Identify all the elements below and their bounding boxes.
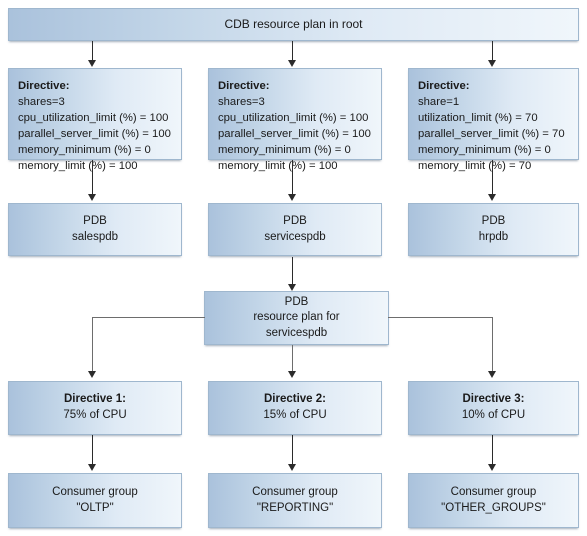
arrow-directive-1-to-pdb-1 [92,160,93,196]
arrow-root-to-directive-2 [292,41,293,62]
cdb-directive-1-line-3: parallel_server_limit (%) = 100 [18,128,171,141]
cdb-directive-box-2: Directive: shares=3 cpu_utilization_limi… [208,68,382,172]
arrowhead-directive-3-to-pdb-3 [488,194,496,201]
cdb-directive-2-line-4: memory_minimum (%) = 0 [218,144,351,157]
consumer-group-3-line-2: "OTHER_GROUPS" [441,501,546,514]
pdb-directive-box-1: Directive 1: 75% of CPU [8,381,182,435]
cdb-directive-box-3: Directive: share=1 utilization_limit (%)… [408,68,579,172]
pdb-directive-1-detail: 75% of CPU [63,409,127,421]
root-cdb-resource-plan-box: CDB resource plan in root [8,8,579,41]
arrowhead-directive-2-to-pdb-2 [288,194,296,201]
cdb-directive-1-heading: Directive: [18,80,70,92]
arrow-root-to-directive-3 [492,41,493,62]
pdb-box-salespdb: PDB salespdb [8,203,182,256]
pdb-directive-box-3: Directive 3: 10% of CPU [408,381,579,435]
consumer-group-2-line-2: "REPORTING" [256,501,334,514]
arrow-directive-2-to-pdb-2 [292,160,293,196]
pdb-plan-line-2: resource plan for [253,311,340,324]
arrowhead-root-to-directive-1 [88,60,96,67]
connector-plan-to-directive-1-horizontal [92,317,205,318]
arrowhead-root-to-directive-2 [288,60,296,67]
cdb-directive-1-line-5: memory_limit (%) = 100 [18,160,138,173]
connector-plan-to-directive-1-vertical [92,317,93,373]
pdb-directive-2-detail: 15% of CPU [263,409,327,421]
arrow-pdb-servicespdb-to-plan [292,257,293,286]
consumer-group-box-other-groups: Consumer group "OTHER_GROUPS" [408,473,579,528]
connector-plan-to-directive-2-vertical [292,345,293,373]
cdb-directive-1-line-4: memory_minimum (%) = 0 [18,144,151,157]
pdb-3-line-2: hrpdb [478,230,509,243]
connector-plan-to-directive-3-horizontal [388,317,493,318]
consumer-group-1-line-2: "OLTP" [76,501,114,514]
pdb-directive-box-2: Directive 2: 15% of CPU [208,381,382,435]
arrow-directive-3-to-pdb-3 [492,160,493,196]
arrow-root-to-directive-1 [92,41,93,62]
consumer-group-2-line-1: Consumer group [252,485,338,498]
cdb-directive-3-heading: Directive: [418,80,470,92]
arrowhead-pdb-servicespdb-to-plan [288,284,296,291]
pdb-plan-line-1: PDB [284,295,309,308]
cdb-directive-3-line-2: utilization_limit (%) = 70 [418,112,538,125]
cdb-directive-1-line-1: shares=3 [18,96,65,109]
cdb-directive-box-1: Directive: shares=3 cpu_utilization_limi… [8,68,182,172]
arrowhead-plan-to-directive-3 [488,371,496,378]
cdb-directive-2-line-2: cpu_utilization_limit (%) = 100 [218,112,369,125]
pdb-plan-line-3: servicespdb [265,326,328,339]
arrow-pdb-directive-3-to-consumer-group-3 [492,435,493,466]
pdb-directive-1-heading: Directive 1: [63,393,126,406]
cdb-directive-3-line-3: parallel_server_limit (%) = 70 [418,128,565,141]
cdb-resource-plan-diagram: CDB resource plan in root Directive: sha… [0,0,587,536]
cdb-directive-1-line-2: cpu_utilization_limit (%) = 100 [18,112,169,125]
pdb-resource-plan-box: PDB resource plan for servicespdb [204,291,389,345]
consumer-group-1-line-1: Consumer group [52,485,138,498]
cdb-directive-3-line-5: memory_limit (%) = 70 [418,160,532,173]
consumer-group-box-reporting: Consumer group "REPORTING" [208,473,382,528]
cdb-directive-2-line-1: shares=3 [218,96,265,109]
pdb-directive-2-heading: Directive 2: [263,393,326,406]
root-cdb-resource-plan-label: CDB resource plan in root [224,17,363,32]
cdb-directive-2-line-3: parallel_server_limit (%) = 100 [218,128,371,141]
arrowhead-root-to-directive-3 [488,60,496,67]
consumer-group-box-oltp: Consumer group "OLTP" [8,473,182,528]
cdb-directive-3-line-4: memory_minimum (%) = 0 [418,144,551,157]
arrowhead-plan-to-directive-2 [288,371,296,378]
consumer-group-3-line-1: Consumer group [450,485,537,498]
pdb-1-line-1: PDB [83,214,107,227]
arrowhead-pdb-directive-3-to-consumer-group-3 [488,464,496,471]
pdb-directive-3-detail: 10% of CPU [461,409,526,421]
arrow-pdb-directive-2-to-consumer-group-2 [292,435,293,466]
arrowhead-directive-1-to-pdb-1 [88,194,96,201]
arrowhead-pdb-directive-2-to-consumer-group-2 [288,464,296,471]
arrow-pdb-directive-1-to-consumer-group-1 [92,435,93,466]
pdb-2-line-1: PDB [283,214,307,227]
cdb-directive-3-line-1: share=1 [418,96,460,109]
pdb-directive-3-heading: Directive 3: [462,393,525,406]
cdb-directive-2-heading: Directive: [218,80,270,92]
pdb-2-line-2: servicespdb [264,230,326,243]
arrowhead-plan-to-directive-1 [88,371,96,378]
pdb-1-line-2: salespdb [71,230,119,243]
cdb-directive-2-line-5: memory_limit (%) = 100 [218,160,338,173]
pdb-box-servicespdb: PDB servicespdb [208,203,382,256]
connector-plan-to-directive-3-vertical [492,317,493,373]
pdb-box-hrpdb: PDB hrpdb [408,203,579,256]
pdb-3-line-1: PDB [481,214,506,227]
arrowhead-pdb-directive-1-to-consumer-group-1 [88,464,96,471]
